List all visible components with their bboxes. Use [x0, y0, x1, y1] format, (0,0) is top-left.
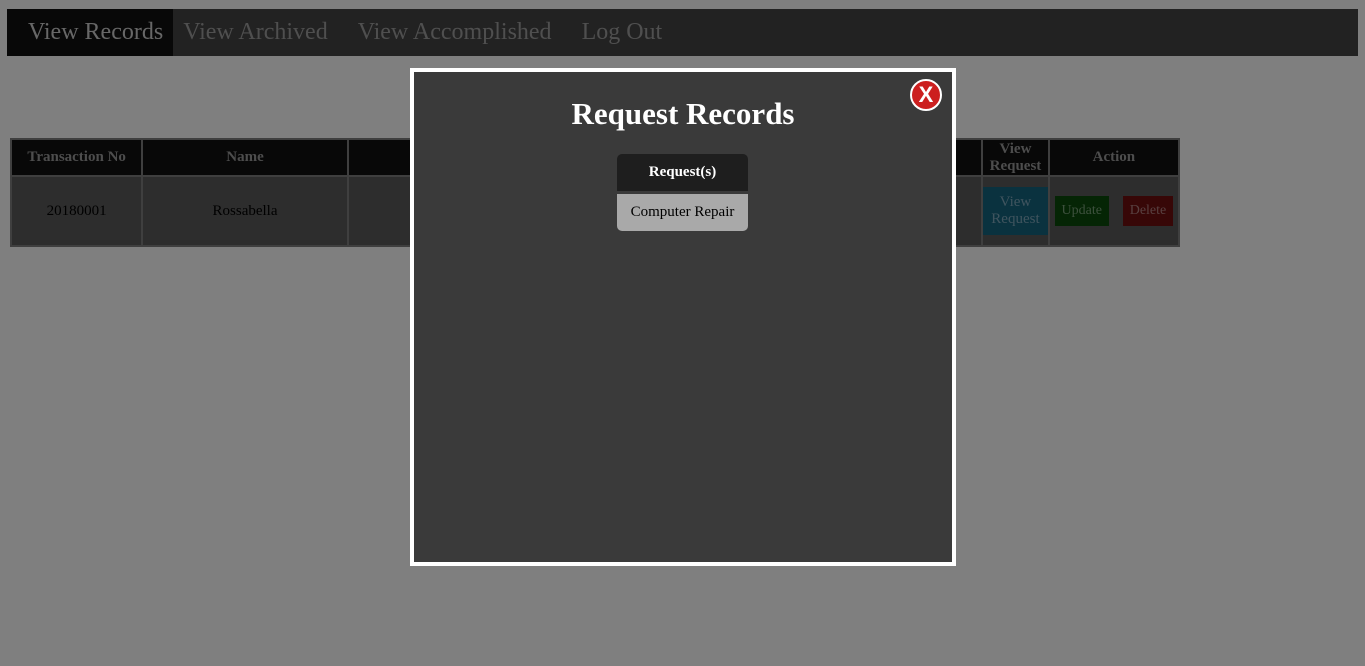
requests-header: Request(s)	[617, 154, 748, 191]
page: View Records View Archived View Accompli…	[0, 0, 1365, 666]
request-item: Computer Repair	[617, 194, 748, 231]
request-records-modal: X Request Records Request(s) Computer Re…	[410, 68, 956, 566]
requests-table: Request(s) Computer Repair	[617, 154, 748, 231]
modal-title: Request Records	[571, 96, 795, 131]
